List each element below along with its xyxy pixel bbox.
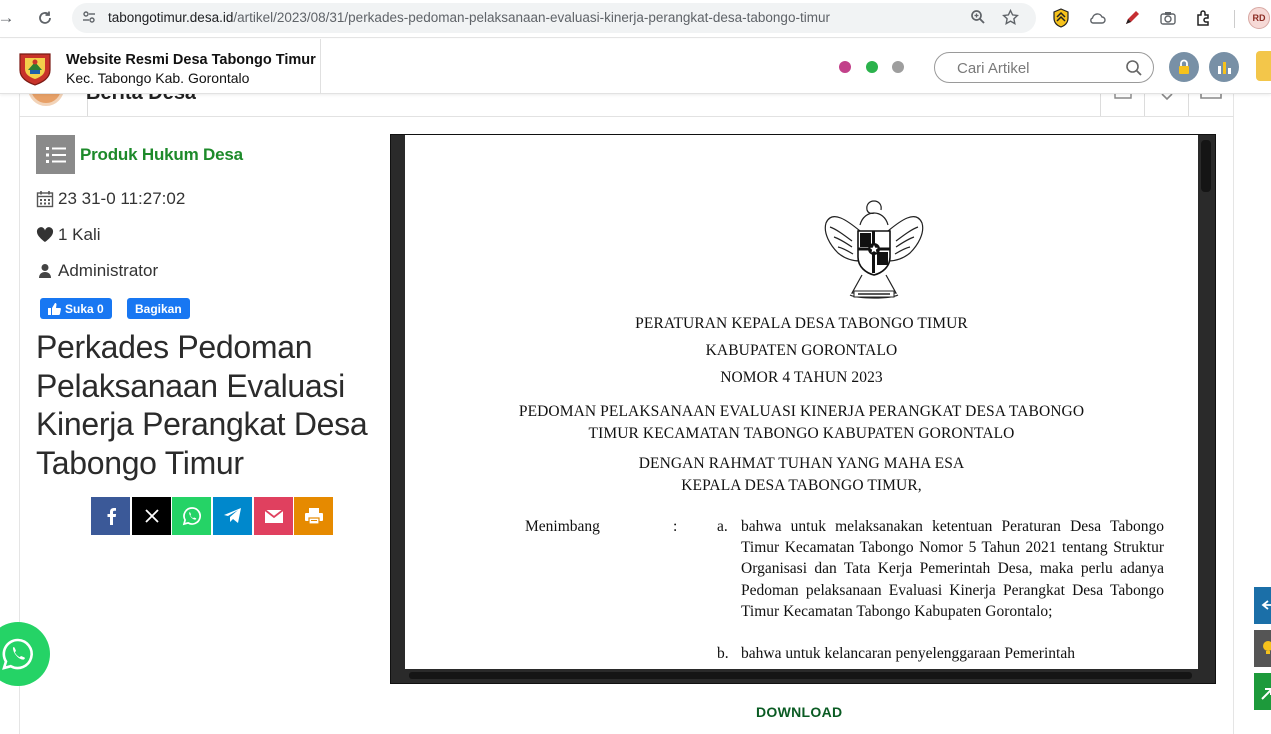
- edge-side-tab[interactable]: [1256, 51, 1271, 81]
- profile-initials: RD: [1252, 13, 1266, 23]
- section-expand-button[interactable]: [1144, 93, 1188, 116]
- pdf-page[interactable]: PERATURAN KEPALA DESA TABONGO TIMUR KABU…: [405, 135, 1198, 669]
- extension-shield-icon[interactable]: [1050, 7, 1072, 29]
- theme-dot-pink[interactable]: [839, 61, 851, 73]
- article-title: Perkades Pedoman Pelaksanaan Evaluasi Ki…: [36, 329, 368, 481]
- whatsapp-share-button[interactable]: [172, 497, 211, 535]
- zoom-icon[interactable]: [970, 9, 986, 29]
- article-date: 23 31-0 11:27:02: [36, 189, 185, 209]
- email-share-button[interactable]: [254, 497, 293, 535]
- facebook-share-label: Bagikan: [135, 301, 182, 316]
- site-subtitle: Kec. Tabongo Kab. Gorontalo: [66, 70, 250, 86]
- site-settings-icon[interactable]: [82, 10, 96, 27]
- site-title[interactable]: Website Resmi Desa Tabongo Timur: [66, 52, 316, 68]
- browser-toolbar: → tabongotimur.desa.id/artikel/2023/08/3…: [0, 0, 1271, 38]
- print-icon: [304, 508, 323, 525]
- doc-heading-3: NOMOR 4 TAHUN 2023: [720, 369, 883, 386]
- theme-dot-gray[interactable]: [892, 61, 904, 73]
- facebook-like-label: Suka 0: [65, 301, 104, 316]
- login-button[interactable]: [1169, 52, 1199, 82]
- window-icon: [1200, 94, 1222, 99]
- address-bar[interactable]: tabongotimur.desa.id/artikel/2023/08/31/…: [72, 3, 1036, 33]
- whatsapp-icon: [2, 638, 33, 670]
- list-icon: [45, 146, 66, 163]
- x-share-button[interactable]: [132, 497, 171, 535]
- section-bar: [19, 94, 1234, 117]
- heart-icon: [36, 227, 54, 242]
- article-author: Administrator: [36, 261, 158, 281]
- toolbar-divider: [1234, 10, 1235, 28]
- facebook-icon: [107, 508, 116, 525]
- side-widget-back[interactable]: [1254, 587, 1271, 624]
- profile-avatar[interactable]: RD: [1248, 7, 1270, 29]
- extension-camera-icon[interactable]: [1157, 7, 1179, 29]
- theme-dot-green[interactable]: [866, 61, 878, 73]
- doc-item-b-text: bahwa untuk kelancaran penyelenggaraan P…: [741, 645, 1075, 662]
- site-header: Website Resmi Desa Tabongo Timur Kec. Ta…: [0, 39, 1271, 94]
- url-text: tabongotimur.desa.id/artikel/2023/08/31/…: [108, 10, 830, 25]
- arrow-left-icon: [1261, 600, 1271, 610]
- section-comment-button[interactable]: [1100, 94, 1144, 116]
- section-window-button[interactable]: [1188, 94, 1232, 116]
- pdf-horizontal-scrollbar[interactable]: [409, 672, 1192, 679]
- reload-icon[interactable]: [33, 6, 57, 30]
- village-logo: [19, 53, 51, 86]
- forward-icon[interactable]: →: [0, 6, 18, 30]
- doc-item-a-marker: a.: [717, 518, 728, 535]
- extension-pen-icon[interactable]: [1121, 7, 1143, 29]
- whatsapp-icon: [182, 507, 201, 526]
- facebook-share-button[interactable]: [91, 497, 130, 535]
- chevron-down-icon: [1161, 93, 1173, 101]
- search-icon[interactable]: [1125, 59, 1143, 77]
- side-widget-up[interactable]: [1254, 673, 1271, 710]
- bookmark-star-icon[interactable]: [1002, 8, 1019, 30]
- comment-icon: [1114, 94, 1132, 99]
- doc-item-a-text: bahwa untuk melaksanakan ketentuan Perat…: [741, 518, 1164, 620]
- telegram-icon: [223, 508, 241, 523]
- calendar-icon: [36, 191, 54, 208]
- search-input[interactable]: Cari Artikel: [934, 52, 1154, 83]
- pdf-vertical-scrollbar[interactable]: [1201, 140, 1211, 192]
- doc-item-b-marker: b.: [717, 645, 729, 662]
- lightbulb-icon: [1263, 641, 1271, 654]
- facebook-like-button[interactable]: Suka 0: [40, 298, 112, 319]
- user-icon: [39, 264, 51, 278]
- doc-blessing-1: DENGAN RAHMAT TUHAN YANG MAHA ESA: [638, 455, 965, 472]
- search-placeholder: Cari Artikel: [957, 60, 1030, 77]
- garuda-emblem: [824, 200, 924, 299]
- article-author-text: Administrator: [58, 261, 159, 280]
- lock-icon: [1179, 59, 1189, 74]
- doc-blessing-2: KEPALA DESA TABONGO TIMUR,: [681, 477, 922, 494]
- thumbs-up-icon: [48, 302, 61, 315]
- doc-subject-1: PEDOMAN PELAKSANAAN EVALUASI KINERJA PER…: [518, 403, 1085, 420]
- category-icon[interactable]: [36, 135, 75, 174]
- download-link[interactable]: DOWNLOAD: [756, 704, 842, 720]
- article-date-text: 23 31-0 11:27:02: [58, 189, 186, 208]
- x-icon: [144, 509, 159, 523]
- doc-subject-2: TIMUR KECAMATAN TABONGO KABUPATEN GORONT…: [588, 425, 1015, 442]
- extensions-puzzle-icon[interactable]: [1193, 7, 1215, 29]
- category-link[interactable]: Produk Hukum Desa: [80, 145, 243, 165]
- doc-heading-1: PERATURAN KEPALA DESA TABONGO TIMUR: [635, 315, 968, 332]
- telegram-share-button[interactable]: [213, 497, 252, 535]
- bar-chart-icon: [1218, 62, 1231, 74]
- doc-colon: :: [673, 518, 678, 535]
- header-divider: [320, 39, 321, 94]
- print-share-button[interactable]: [294, 497, 333, 535]
- side-widget-idea[interactable]: [1254, 630, 1271, 667]
- email-icon: [263, 508, 284, 523]
- facebook-share-like-button[interactable]: Bagikan: [127, 298, 190, 319]
- statistics-button[interactable]: [1209, 52, 1239, 82]
- extension-cloud-icon[interactable]: [1086, 7, 1108, 29]
- arrow-up-right-icon: [1261, 688, 1271, 700]
- doc-heading-2: KABUPATEN GORONTALO: [705, 342, 898, 359]
- article-views: 1 Kali: [36, 225, 101, 245]
- doc-considering-label: Menimbang: [525, 518, 600, 535]
- article-views-text: 1 Kali: [58, 225, 101, 244]
